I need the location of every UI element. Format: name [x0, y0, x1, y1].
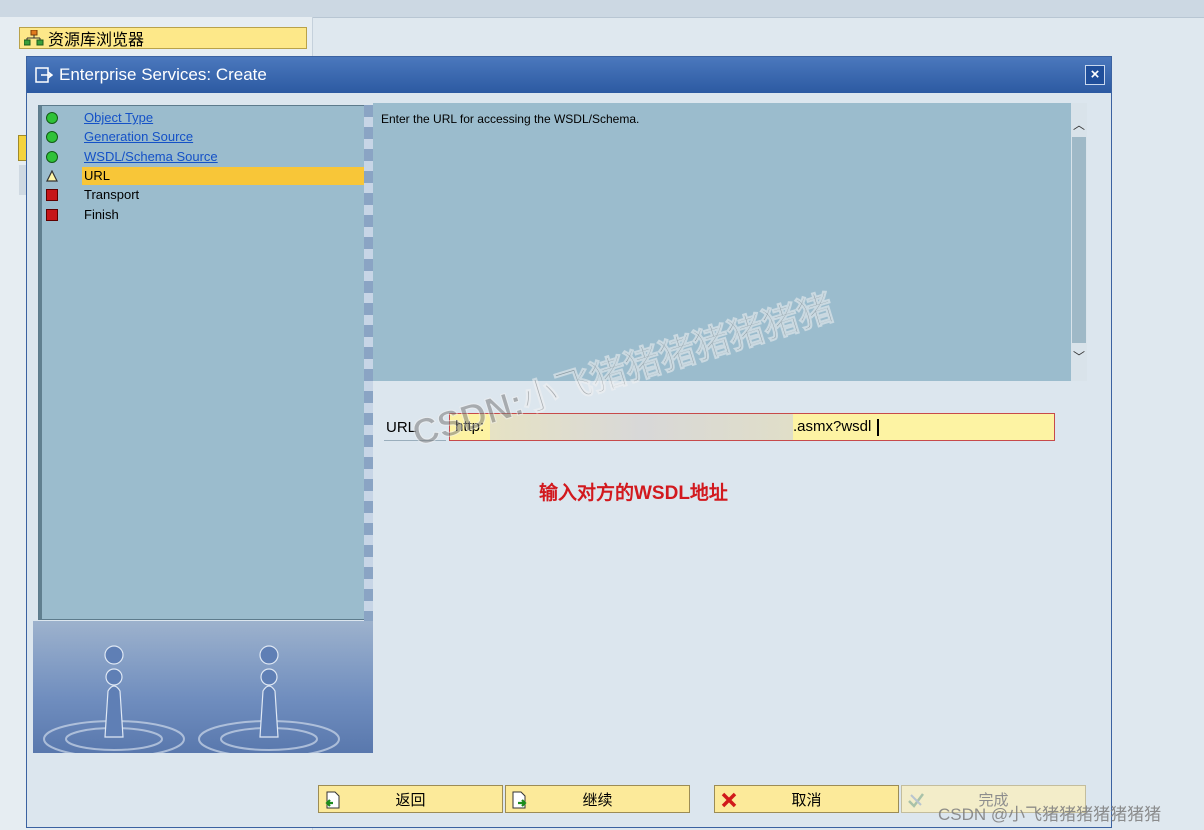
- step-label[interactable]: Object Type: [82, 109, 155, 127]
- close-button[interactable]: ×: [1085, 65, 1105, 85]
- annotation-text: 输入对方的WSDL地址: [539, 483, 728, 504]
- repository-browser-button[interactable]: 资源库浏览器: [19, 27, 307, 49]
- create-dialog: Enterprise Services: Create × Object Typ…: [26, 56, 1112, 828]
- continue-button[interactable]: 继续: [505, 785, 690, 813]
- step-label[interactable]: WSDL/Schema Source: [82, 148, 220, 166]
- green-status-icon: [46, 131, 58, 143]
- wizard-steps-panel: Object Type Generation Source WSDL/Schem…: [38, 105, 368, 620]
- scroll-up-icon[interactable]: ︿: [1071, 117, 1087, 133]
- export-icon: [35, 67, 53, 83]
- step-label: Finish: [84, 207, 119, 222]
- step-transport: Transport: [42, 186, 365, 204]
- warning-triangle-icon: [46, 170, 58, 182]
- hierarchy-icon: [24, 30, 44, 46]
- back-icon: [325, 791, 340, 809]
- cancel-icon: [721, 792, 737, 808]
- url-value-end: .asmx?wsdl: [793, 418, 872, 435]
- step-finish: Finish: [42, 206, 365, 224]
- dialog-title: Enterprise Services: Create: [59, 65, 267, 84]
- step-label: Transport: [84, 187, 140, 202]
- water-drop-image: [43, 645, 340, 753]
- info-scrollbar[interactable]: ︿ ﹀: [1071, 103, 1087, 381]
- green-status-icon: [46, 112, 58, 124]
- info-text: Enter the URL for accessing the WSDL/Sch…: [381, 112, 640, 126]
- green-status-icon: [46, 151, 58, 163]
- scroll-thumb[interactable]: [1072, 137, 1086, 343]
- watermark-bottom: CSDN @小飞猪猪猪猪猪猪猪: [938, 805, 1162, 824]
- back-button-label: 返回: [395, 791, 426, 809]
- step-generation-source[interactable]: Generation Source: [42, 128, 365, 146]
- step-object-type[interactable]: Object Type: [42, 109, 365, 127]
- top-toolbar-strip: [0, 0, 1204, 18]
- repository-browser-label: 资源库浏览器: [48, 32, 145, 49]
- back-button[interactable]: 返回: [318, 785, 503, 813]
- step-wsdl-schema-source[interactable]: WSDL/Schema Source: [42, 148, 365, 166]
- scroll-down-icon[interactable]: ﹀: [1071, 349, 1087, 365]
- step-label[interactable]: Generation Source: [82, 128, 195, 146]
- continue-icon: [512, 791, 527, 809]
- cancel-button[interactable]: 取消: [714, 785, 899, 813]
- red-status-icon: [46, 189, 58, 201]
- dialog-title-bar: Enterprise Services: Create ×: [27, 57, 1111, 93]
- decorative-edge-strip: [364, 105, 373, 621]
- water-drop-banner: [33, 621, 373, 753]
- finish-icon: [908, 793, 924, 808]
- cancel-button-label: 取消: [791, 791, 822, 809]
- step-label: URL: [82, 167, 365, 185]
- red-status-icon: [46, 209, 58, 221]
- text-cursor: [877, 419, 879, 436]
- step-url[interactable]: URL: [42, 167, 365, 185]
- continue-button-label: 继续: [582, 791, 613, 809]
